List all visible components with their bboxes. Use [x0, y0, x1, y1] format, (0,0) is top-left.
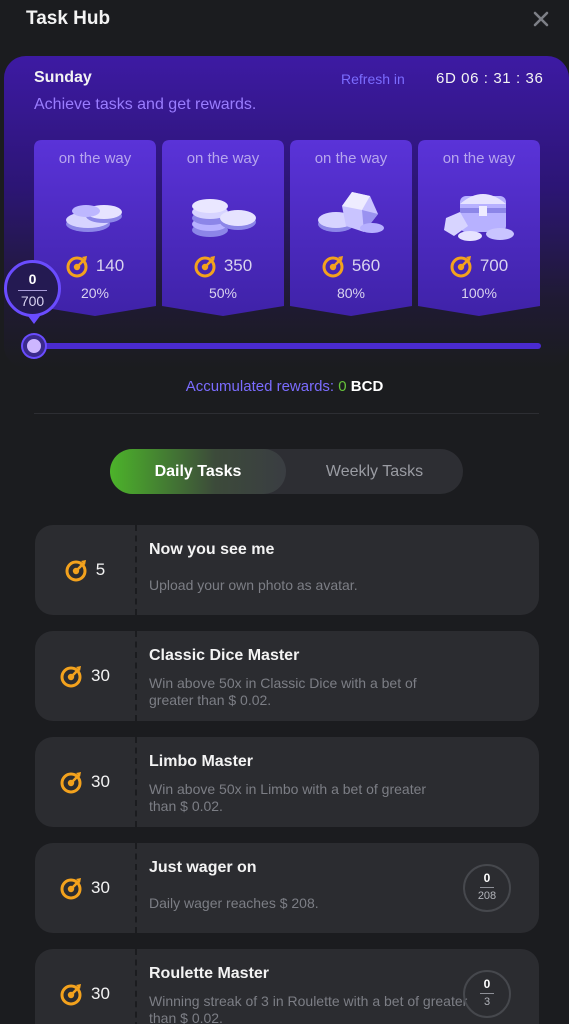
- counter-total: 3: [483, 996, 491, 1008]
- tier-status: on the way: [314, 150, 388, 167]
- refresh-timer: 6D 06 : 31 : 36: [436, 70, 544, 87]
- weekly-reward-card: Sunday Achieve tasks and get rewards. Re…: [4, 56, 569, 368]
- target-icon: [65, 558, 89, 582]
- tier-amount: 350: [223, 256, 253, 275]
- progress-total: 700: [20, 293, 45, 309]
- tier-amount: 700: [479, 256, 509, 275]
- tier-percent: 50%: [208, 285, 238, 301]
- task-progress-counter: 0 3: [463, 970, 511, 1018]
- task-item[interactable]: 30 Roulette Master Winning streak of 3 i…: [35, 949, 539, 1024]
- target-icon: [60, 982, 84, 1006]
- progress-divider: [18, 290, 47, 291]
- task-description: Win above 50x in Classic Dice with a bet…: [149, 675, 417, 708]
- progress-track: [30, 343, 541, 349]
- refresh-label: Refresh in: [341, 71, 405, 87]
- day-label: Sunday: [34, 69, 92, 86]
- task-item[interactable]: 5 Now you see me Upload your own photo a…: [35, 525, 539, 615]
- task-tabs: Daily Tasks Weekly Tasks: [110, 449, 463, 494]
- task-separator: [135, 525, 137, 615]
- tab-weekly-tasks[interactable]: Weekly Tasks: [286, 449, 463, 494]
- counter-divider: [480, 887, 494, 888]
- task-title: Classic Dice Master: [149, 647, 300, 664]
- task-title: Now you see me: [149, 541, 275, 558]
- task-separator: [135, 737, 137, 827]
- reward-tier-3[interactable]: on the way 560 80%: [290, 140, 412, 316]
- target-icon: [60, 876, 84, 900]
- coins-icon: [66, 205, 122, 232]
- task-separator: [135, 631, 137, 721]
- task-title: Roulette Master: [149, 965, 270, 982]
- task-description: Daily wager reaches $ 208.: [149, 895, 319, 911]
- task-separator: [135, 949, 137, 1024]
- accumulated-unit: BCD: [350, 378, 384, 395]
- tab-daily-tasks[interactable]: Daily Tasks: [110, 449, 286, 494]
- task-reward: 5: [95, 560, 106, 579]
- tier-percent: 80%: [336, 285, 366, 301]
- task-title: Limbo Master: [149, 753, 254, 770]
- progress-current: 0: [28, 271, 37, 287]
- card-subtitle: Achieve tasks and get rewards.: [34, 96, 257, 113]
- task-description: Win above 50x in Limbo with a bet of gre…: [149, 781, 427, 814]
- task-reward: 30: [91, 878, 110, 897]
- task-description: Winning streak of 3 in Roulette with a b…: [149, 993, 468, 1024]
- target-icon: [322, 254, 346, 278]
- counter-total: 208: [477, 890, 497, 902]
- task-progress-counter: 0 208: [463, 864, 511, 912]
- counter-current: 0: [483, 871, 491, 885]
- target-icon: [450, 254, 474, 278]
- task-item[interactable]: 30 Limbo Master Win above 50x in Limbo w…: [35, 737, 539, 827]
- target-icon: [194, 254, 218, 278]
- task-item[interactable]: 30 Just wager on Daily wager reaches $ 2…: [35, 843, 539, 933]
- tier-amount: 560: [351, 256, 381, 275]
- task-description: Upload your own photo as avatar.: [149, 577, 358, 593]
- page-title: Task Hub: [26, 8, 111, 29]
- target-icon: [60, 770, 84, 794]
- tier-status: on the way: [442, 150, 516, 167]
- task-item[interactable]: 30 Classic Dice Master Win above 50x in …: [35, 631, 539, 721]
- divider: [34, 413, 539, 414]
- task-reward: 30: [91, 666, 110, 685]
- treasure-chest-icon: [444, 194, 514, 241]
- progress-knob: [23, 335, 45, 357]
- progress-pointer: [28, 316, 40, 324]
- counter-divider: [480, 993, 494, 994]
- task-reward: 30: [91, 772, 110, 791]
- coin-stack-icon: [192, 199, 256, 237]
- accumulated-label: Accumulated rewards:: [185, 378, 335, 395]
- gems-icon: [318, 192, 384, 233]
- accumulated-value: 0: [338, 378, 347, 395]
- reward-tier-2[interactable]: on the way 350 50%: [162, 140, 284, 316]
- tier-percent: 100%: [461, 285, 497, 301]
- task-title: Just wager on: [149, 859, 257, 876]
- tier-status: on the way: [58, 150, 132, 167]
- target-icon: [60, 664, 84, 688]
- task-reward: 30: [91, 984, 110, 1003]
- close-icon[interactable]: [530, 8, 552, 30]
- task-separator: [135, 843, 137, 933]
- header: Task Hub: [0, 0, 569, 40]
- tier-amount: 140: [95, 256, 125, 275]
- accumulated-rewards: Accumulated rewards: 0 BCD: [0, 378, 569, 395]
- progress-counter: 0 700: [4, 260, 61, 317]
- reward-tier-4[interactable]: on the way 700 100%: [418, 140, 540, 316]
- target-icon: [66, 254, 90, 278]
- tier-status: on the way: [186, 150, 260, 167]
- counter-current: 0: [483, 977, 491, 991]
